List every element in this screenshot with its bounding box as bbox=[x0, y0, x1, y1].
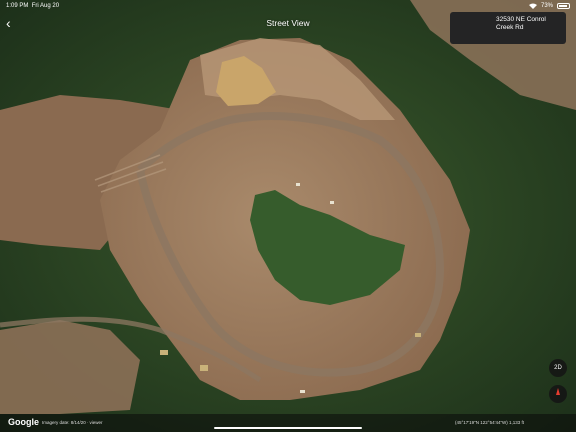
clock-time: 1:09 PM bbox=[6, 3, 29, 9]
address-line-2: Creek Rd bbox=[496, 24, 524, 31]
compass-button[interactable] bbox=[549, 385, 567, 403]
google-logo: Google bbox=[8, 417, 39, 427]
status-right: 73% bbox=[528, 0, 570, 12]
compass-icon bbox=[556, 388, 560, 395]
battery-percent: 73% bbox=[540, 3, 553, 9]
address-line-1: 32530 NE Conrol bbox=[496, 16, 546, 23]
toggle-2d-label: 2D bbox=[554, 365, 562, 371]
battery-icon bbox=[557, 3, 570, 9]
toggle-2d-button[interactable]: 2D bbox=[549, 359, 567, 377]
coordinates-readout: (45°17'19"N 122°54'44"W) 1,133 ft bbox=[455, 420, 525, 425]
status-time: 1:09 PM Fri Aug 20 bbox=[6, 0, 59, 12]
satellite-map[interactable] bbox=[0, 0, 576, 432]
status-date: Fri Aug 20 bbox=[31, 3, 60, 9]
imagery-date[interactable]: Imagery date: 8/14/20 ∙ viewer bbox=[42, 420, 103, 425]
map-footer: Google Imagery date: 8/14/20 ∙ viewer (4… bbox=[0, 414, 576, 432]
home-indicator[interactable] bbox=[214, 427, 362, 429]
status-bar: 1:09 PM Fri Aug 20 73% bbox=[0, 0, 576, 12]
wifi-icon bbox=[528, 3, 537, 9]
battery-fill bbox=[559, 5, 568, 7]
address-card[interactable]: 32530 NE Conrol Creek Rd bbox=[450, 12, 566, 44]
